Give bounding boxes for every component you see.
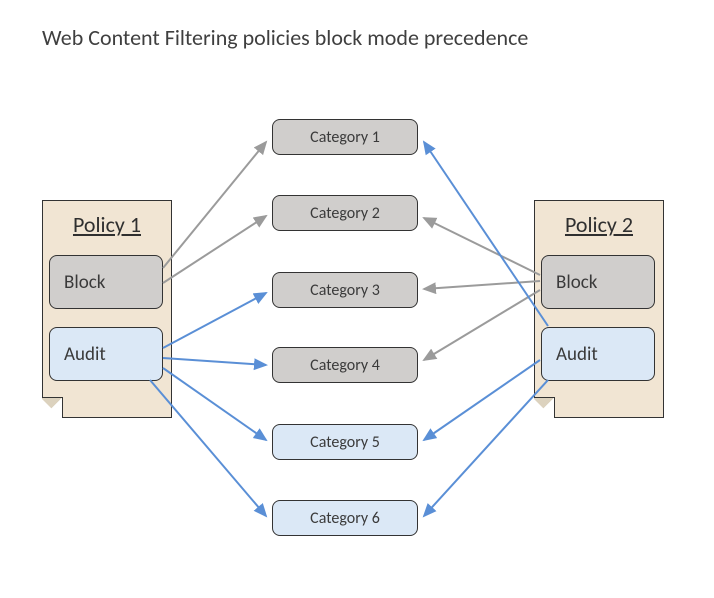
category-5-box: Category 5	[272, 424, 418, 460]
arrow-p1-audit-c3	[163, 293, 266, 348]
category-6-box: Category 6	[272, 500, 418, 536]
policy1-block-label: Block	[64, 271, 105, 294]
category-3-box: Category 3	[272, 272, 418, 308]
policy2-audit-label: Audit	[556, 343, 598, 366]
arrow-p2-block-c2	[424, 218, 540, 275]
category-4-label: Category 4	[310, 356, 380, 375]
page-fold-icon	[42, 397, 63, 418]
policy2-audit-box: Audit	[541, 327, 655, 381]
category-5-label: Category 5	[310, 433, 380, 452]
category-3-label: Category 3	[310, 281, 380, 300]
policy2-box: Policy 2 Block Audit	[534, 200, 664, 418]
policy2-block-box: Block	[541, 255, 655, 309]
arrow-p2-audit-c1	[424, 142, 548, 326]
arrow-p1-audit-c4	[163, 358, 266, 365]
policy1-box: Policy 1 Block Audit	[42, 200, 172, 418]
category-6-label: Category 6	[310, 509, 380, 528]
policy2-title: Policy 2	[535, 211, 663, 238]
arrow-p1-audit-c5	[163, 368, 266, 440]
policy1-audit-box: Audit	[49, 327, 163, 381]
arrow-p2-block-c3	[424, 281, 540, 289]
policy2-block-label: Block	[556, 271, 597, 294]
arrow-p2-audit-c6	[424, 380, 548, 516]
arrow-p1-block-c2	[163, 216, 266, 283]
category-2-box: Category 2	[272, 195, 418, 231]
category-4-box: Category 4	[272, 347, 418, 383]
arrow-p2-block-c4	[424, 290, 540, 360]
arrow-p2-audit-c5	[424, 360, 540, 440]
page-fold-icon	[534, 397, 555, 418]
arrow-p1-block-c1	[163, 142, 266, 268]
category-1-box: Category 1	[272, 119, 418, 155]
policy1-audit-label: Audit	[64, 343, 106, 366]
category-2-label: Category 2	[310, 204, 380, 223]
page-title: Web Content Filtering policies block mod…	[42, 24, 528, 51]
policy1-block-box: Block	[49, 255, 163, 309]
category-1-label: Category 1	[310, 128, 380, 147]
policy1-title: Policy 1	[43, 211, 171, 238]
